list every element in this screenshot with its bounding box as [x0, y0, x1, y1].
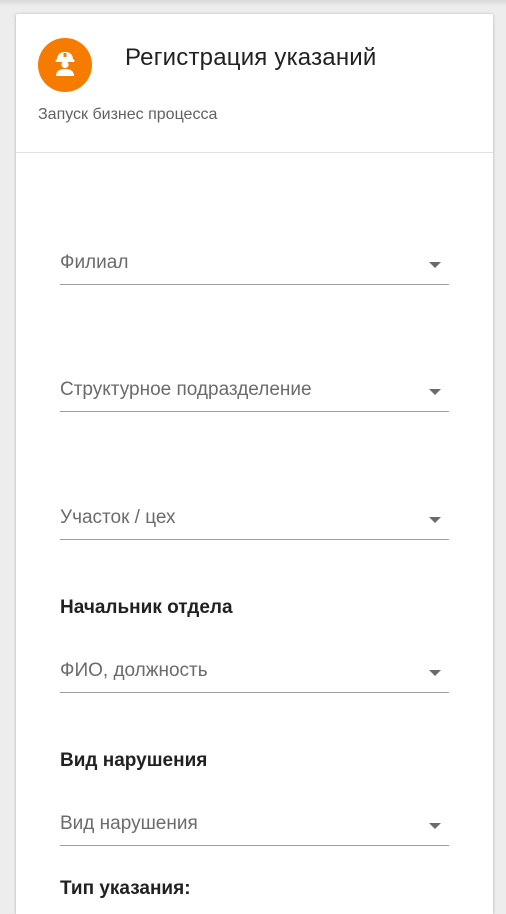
card-header: Регистрация указаний Запуск бизнес проце… — [16, 14, 493, 153]
avatar — [38, 38, 92, 92]
violation-select[interactable]: Вид нарушения — [60, 805, 449, 846]
chevron-down-icon — [429, 823, 441, 829]
head-select[interactable]: ФИО, должность — [60, 652, 449, 693]
branch-select[interactable]: Филиал — [60, 244, 449, 285]
head-section-label: Начальник отдела — [60, 597, 233, 618]
workshop-select-placeholder: Участок / цех — [60, 507, 176, 528]
division-select[interactable]: Структурное подразделение — [60, 371, 449, 412]
form-card: Регистрация указаний Запуск бизнес проце… — [16, 14, 493, 914]
workshop-select[interactable]: Участок / цех — [60, 499, 449, 540]
violation-select-placeholder: Вид нарушения — [60, 813, 198, 834]
division-select-placeholder: Структурное подразделение — [60, 379, 312, 400]
page-title: Регистрация указаний — [125, 44, 377, 71]
chevron-down-icon — [429, 670, 441, 676]
chevron-down-icon — [429, 517, 441, 523]
chevron-down-icon — [429, 262, 441, 268]
chevron-down-icon — [429, 389, 441, 395]
worker-helmet-icon — [50, 48, 80, 83]
violation-section-label: Вид нарушения — [60, 750, 208, 771]
instruction-type-label: Тип указания: — [60, 878, 191, 899]
page-subtitle: Запуск бизнес процесса — [38, 106, 218, 123]
branch-select-placeholder: Филиал — [60, 252, 129, 273]
head-select-placeholder: ФИО, должность — [60, 660, 208, 681]
top-shadow — [0, 0, 506, 6]
